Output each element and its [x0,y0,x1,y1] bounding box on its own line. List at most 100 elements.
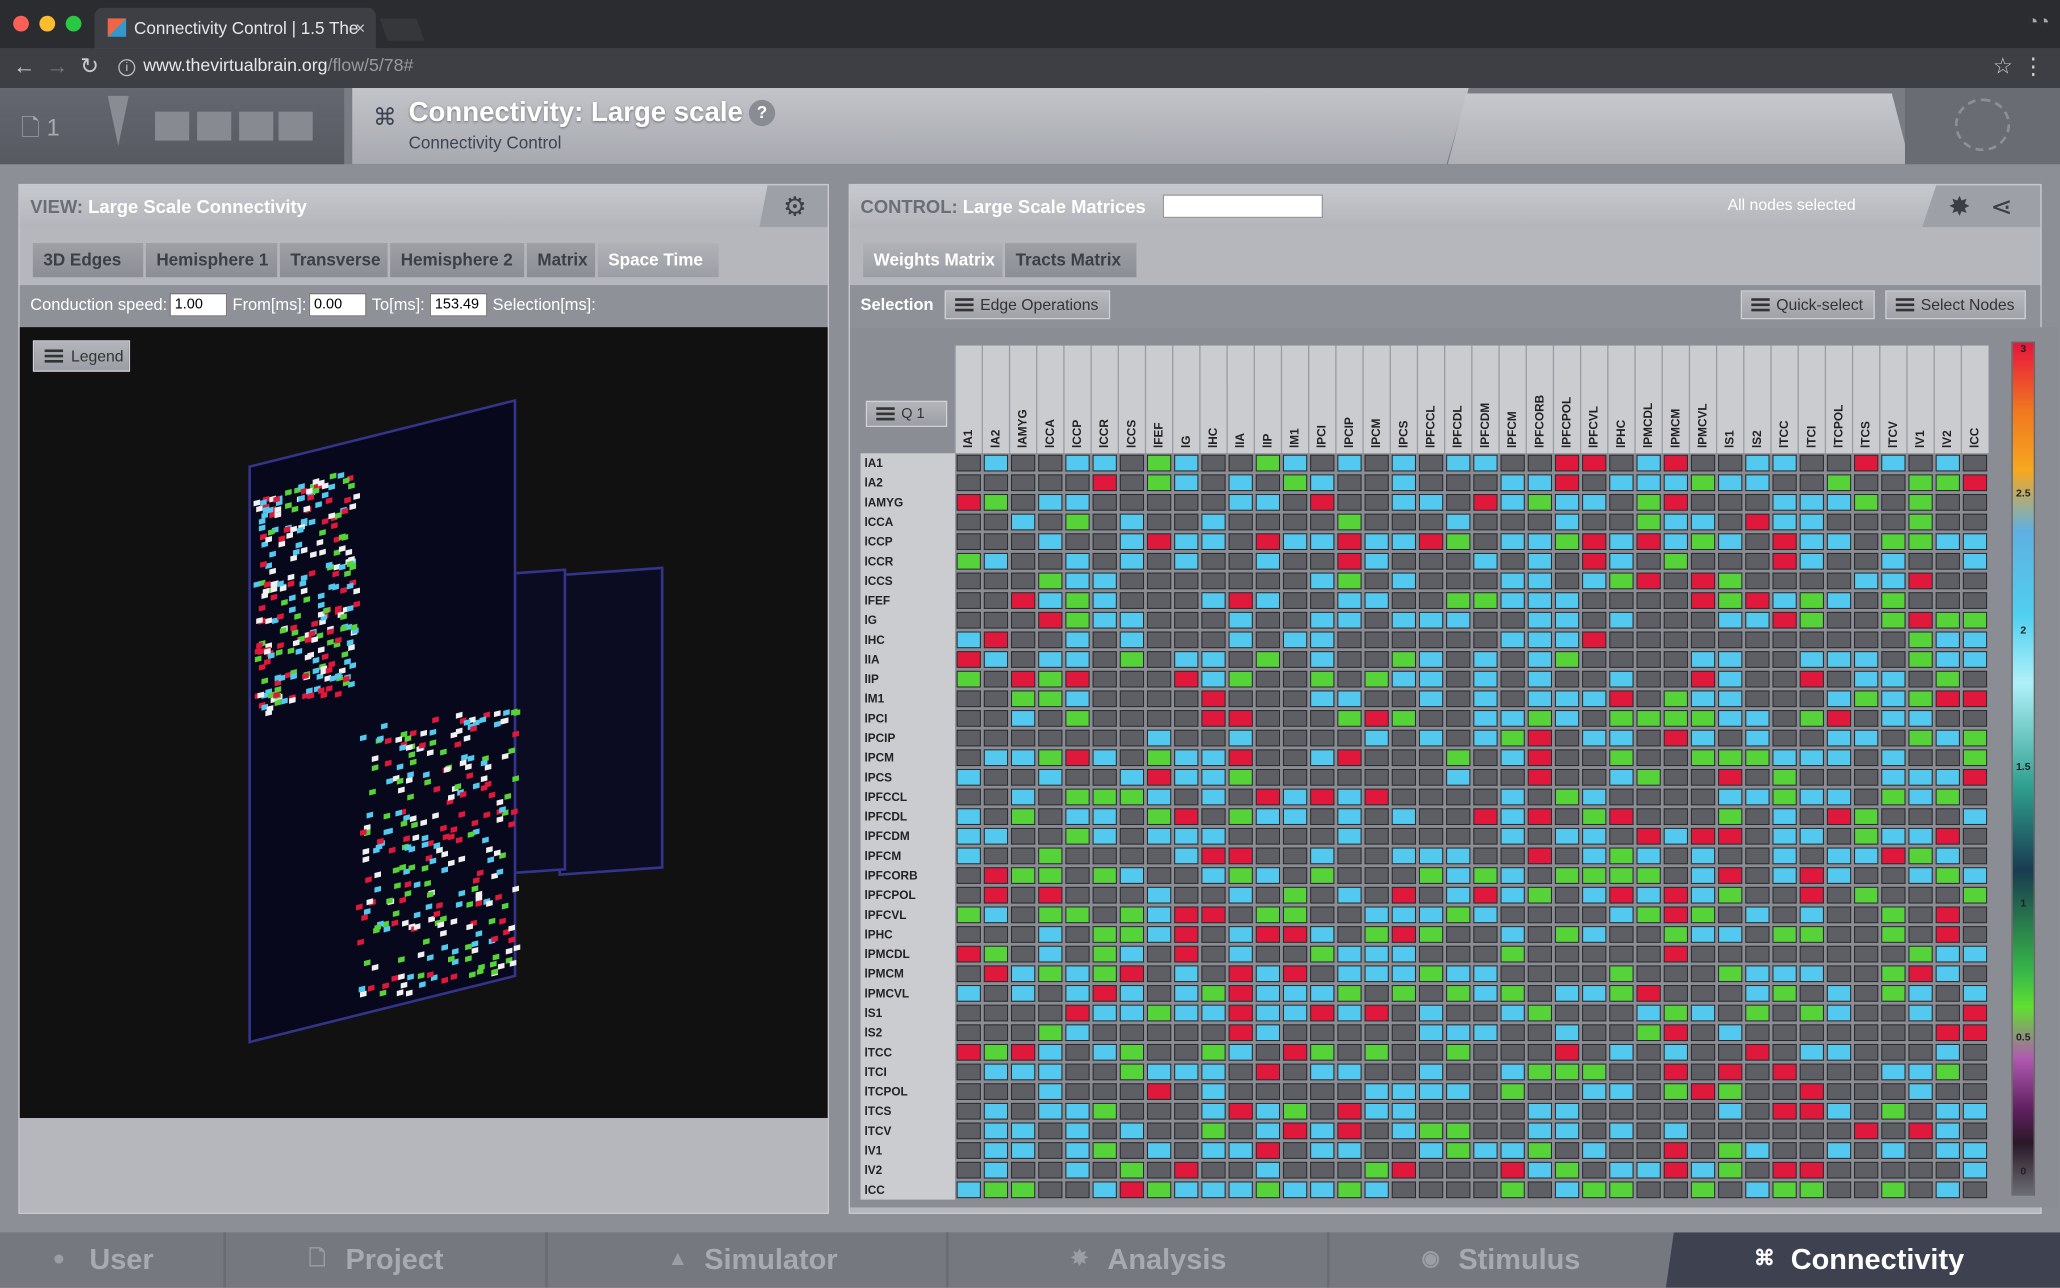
matrix-cell[interactable] [1446,788,1471,806]
matrix-cell[interactable] [1255,886,1281,904]
matrix-cell[interactable] [1745,729,1770,747]
matrix-cell[interactable] [1174,710,1199,727]
matrix-cell[interactable] [1065,572,1090,590]
matrix-cell[interactable] [1854,729,1879,747]
matrix-cell[interactable] [1962,1083,1988,1100]
matrix-cell[interactable] [1228,945,1253,963]
matrix-cell[interactable] [1881,886,1906,904]
matrix-cell[interactable] [1010,631,1036,649]
matrix-cell[interactable] [1337,808,1362,826]
matrix-cell[interactable] [1718,1043,1743,1061]
matrix-cell[interactable] [1718,651,1743,668]
matrix-cell[interactable] [1609,513,1634,531]
matrix-cell[interactable] [1663,985,1688,1002]
matrix-cell[interactable] [1228,729,1253,747]
matrix-cell[interactable] [1119,1024,1145,1042]
matrix-column-label[interactable]: lPFCPOL [1560,397,1574,448]
matrix-cell[interactable] [983,710,1009,727]
matrix-cell[interactable] [1228,1181,1253,1199]
matrix-cell[interactable] [1282,1083,1308,1100]
matrix-cell[interactable] [1854,906,1879,924]
matrix-cell[interactable] [1446,768,1471,786]
matrix-cell[interactable] [1745,1181,1770,1199]
matrix-cell[interactable] [1799,1024,1824,1042]
matrix-cell[interactable] [1174,1161,1199,1179]
matrix-cell[interactable] [1799,592,1824,609]
matrix-cell[interactable] [1799,710,1824,727]
new-tab-button[interactable] [379,18,425,41]
matrix-cell[interactable] [1310,1063,1335,1081]
matrix-cell[interactable] [1690,1083,1716,1100]
matrix-column-label[interactable]: lA2 [988,429,1002,448]
matrix-cell[interactable] [1527,808,1552,826]
matrix-cell[interactable] [1038,572,1063,590]
matrix-cell[interactable] [1772,1063,1797,1081]
matrix-cell[interactable] [1636,827,1661,845]
matrix-cell[interactable] [1826,729,1852,747]
from-input[interactable] [308,292,367,317]
matrix-cell[interactable] [1065,1142,1090,1159]
matrix-cell[interactable] [1554,1142,1580,1159]
matrix-cell[interactable] [1527,945,1552,963]
matrix-cell[interactable] [1636,1161,1661,1179]
matrix-cell[interactable] [1092,945,1117,963]
matrix-cell[interactable] [1391,651,1417,668]
matrix-cell[interactable] [1718,1004,1743,1022]
matrix-cell[interactable] [1418,552,1444,570]
matrix-cell[interactable] [1745,552,1770,570]
matrix-cell[interactable] [1772,808,1797,826]
matrix-cell[interactable] [1908,611,1933,629]
matrix-cell[interactable] [1391,513,1417,531]
matrix-row-label[interactable]: lPCI [864,711,887,725]
matrix-cell[interactable] [1854,631,1879,649]
matrix-cell[interactable] [1282,1161,1308,1179]
matrix-cell[interactable] [1255,710,1281,727]
matrix-cell[interactable] [983,1161,1009,1179]
matrix-cell[interactable] [956,513,981,531]
matrix-cell[interactable] [1609,965,1634,983]
matrix-cell[interactable] [1935,592,1960,609]
tab-hemisphere-2[interactable]: Hemisphere 2 [390,243,525,278]
matrix-row-label[interactable]: lA1 [864,456,883,470]
matrix-cell[interactable] [1881,847,1906,865]
matrix-cell[interactable] [1201,611,1226,629]
matrix-cell[interactable] [1310,631,1335,649]
matrix-cell[interactable] [1609,1122,1634,1140]
matrix-cell[interactable] [1745,690,1770,708]
matrix-cell[interactable] [1255,611,1281,629]
matrix-cell[interactable] [1935,572,1960,590]
matrix-cell[interactable] [1935,1043,1960,1061]
matrix-cell[interactable] [1854,1043,1879,1061]
matrix-cell[interactable] [1473,1083,1498,1100]
matrix-cell[interactable] [1799,474,1824,492]
matrix-cell[interactable] [983,847,1009,865]
matrix-cell[interactable] [1065,474,1090,492]
matrix-cell[interactable] [1010,533,1036,551]
matrix-cell[interactable] [1418,906,1444,924]
matrix-cell[interactable] [1201,965,1226,983]
matrix-cell[interactable] [1201,926,1226,943]
matrix-cell[interactable] [1473,710,1498,727]
matrix-cell[interactable] [1391,808,1417,826]
matrix-row-label[interactable]: lIA [864,652,880,666]
matrix-cell[interactable] [1799,1102,1824,1120]
matrix-cell[interactable] [1446,926,1471,943]
matrix-cell[interactable] [1690,1181,1716,1199]
matrix-cell[interactable] [1690,474,1716,492]
matrix-cell[interactable] [1527,1122,1552,1140]
matrix-cell[interactable] [1201,1102,1226,1120]
matrix-cell[interactable] [956,906,981,924]
matrix-cell[interactable] [1582,1004,1607,1022]
matrix-cell[interactable] [1854,493,1879,511]
matrix-cell[interactable] [1228,651,1253,668]
matrix-cell[interactable] [1119,454,1145,472]
matrix-cell[interactable] [1255,1161,1281,1179]
matrix-cell[interactable] [1582,493,1607,511]
matrix-cell[interactable] [1582,611,1607,629]
matrix-column-label[interactable]: lA1 [961,429,975,448]
matrix-cell[interactable] [1010,867,1036,884]
matrix-cell[interactable] [1473,847,1498,865]
matrix-cell[interactable] [1119,867,1145,884]
matrix-row-label[interactable]: lPFCDM [864,829,909,843]
matrix-cell[interactable] [1609,847,1634,865]
